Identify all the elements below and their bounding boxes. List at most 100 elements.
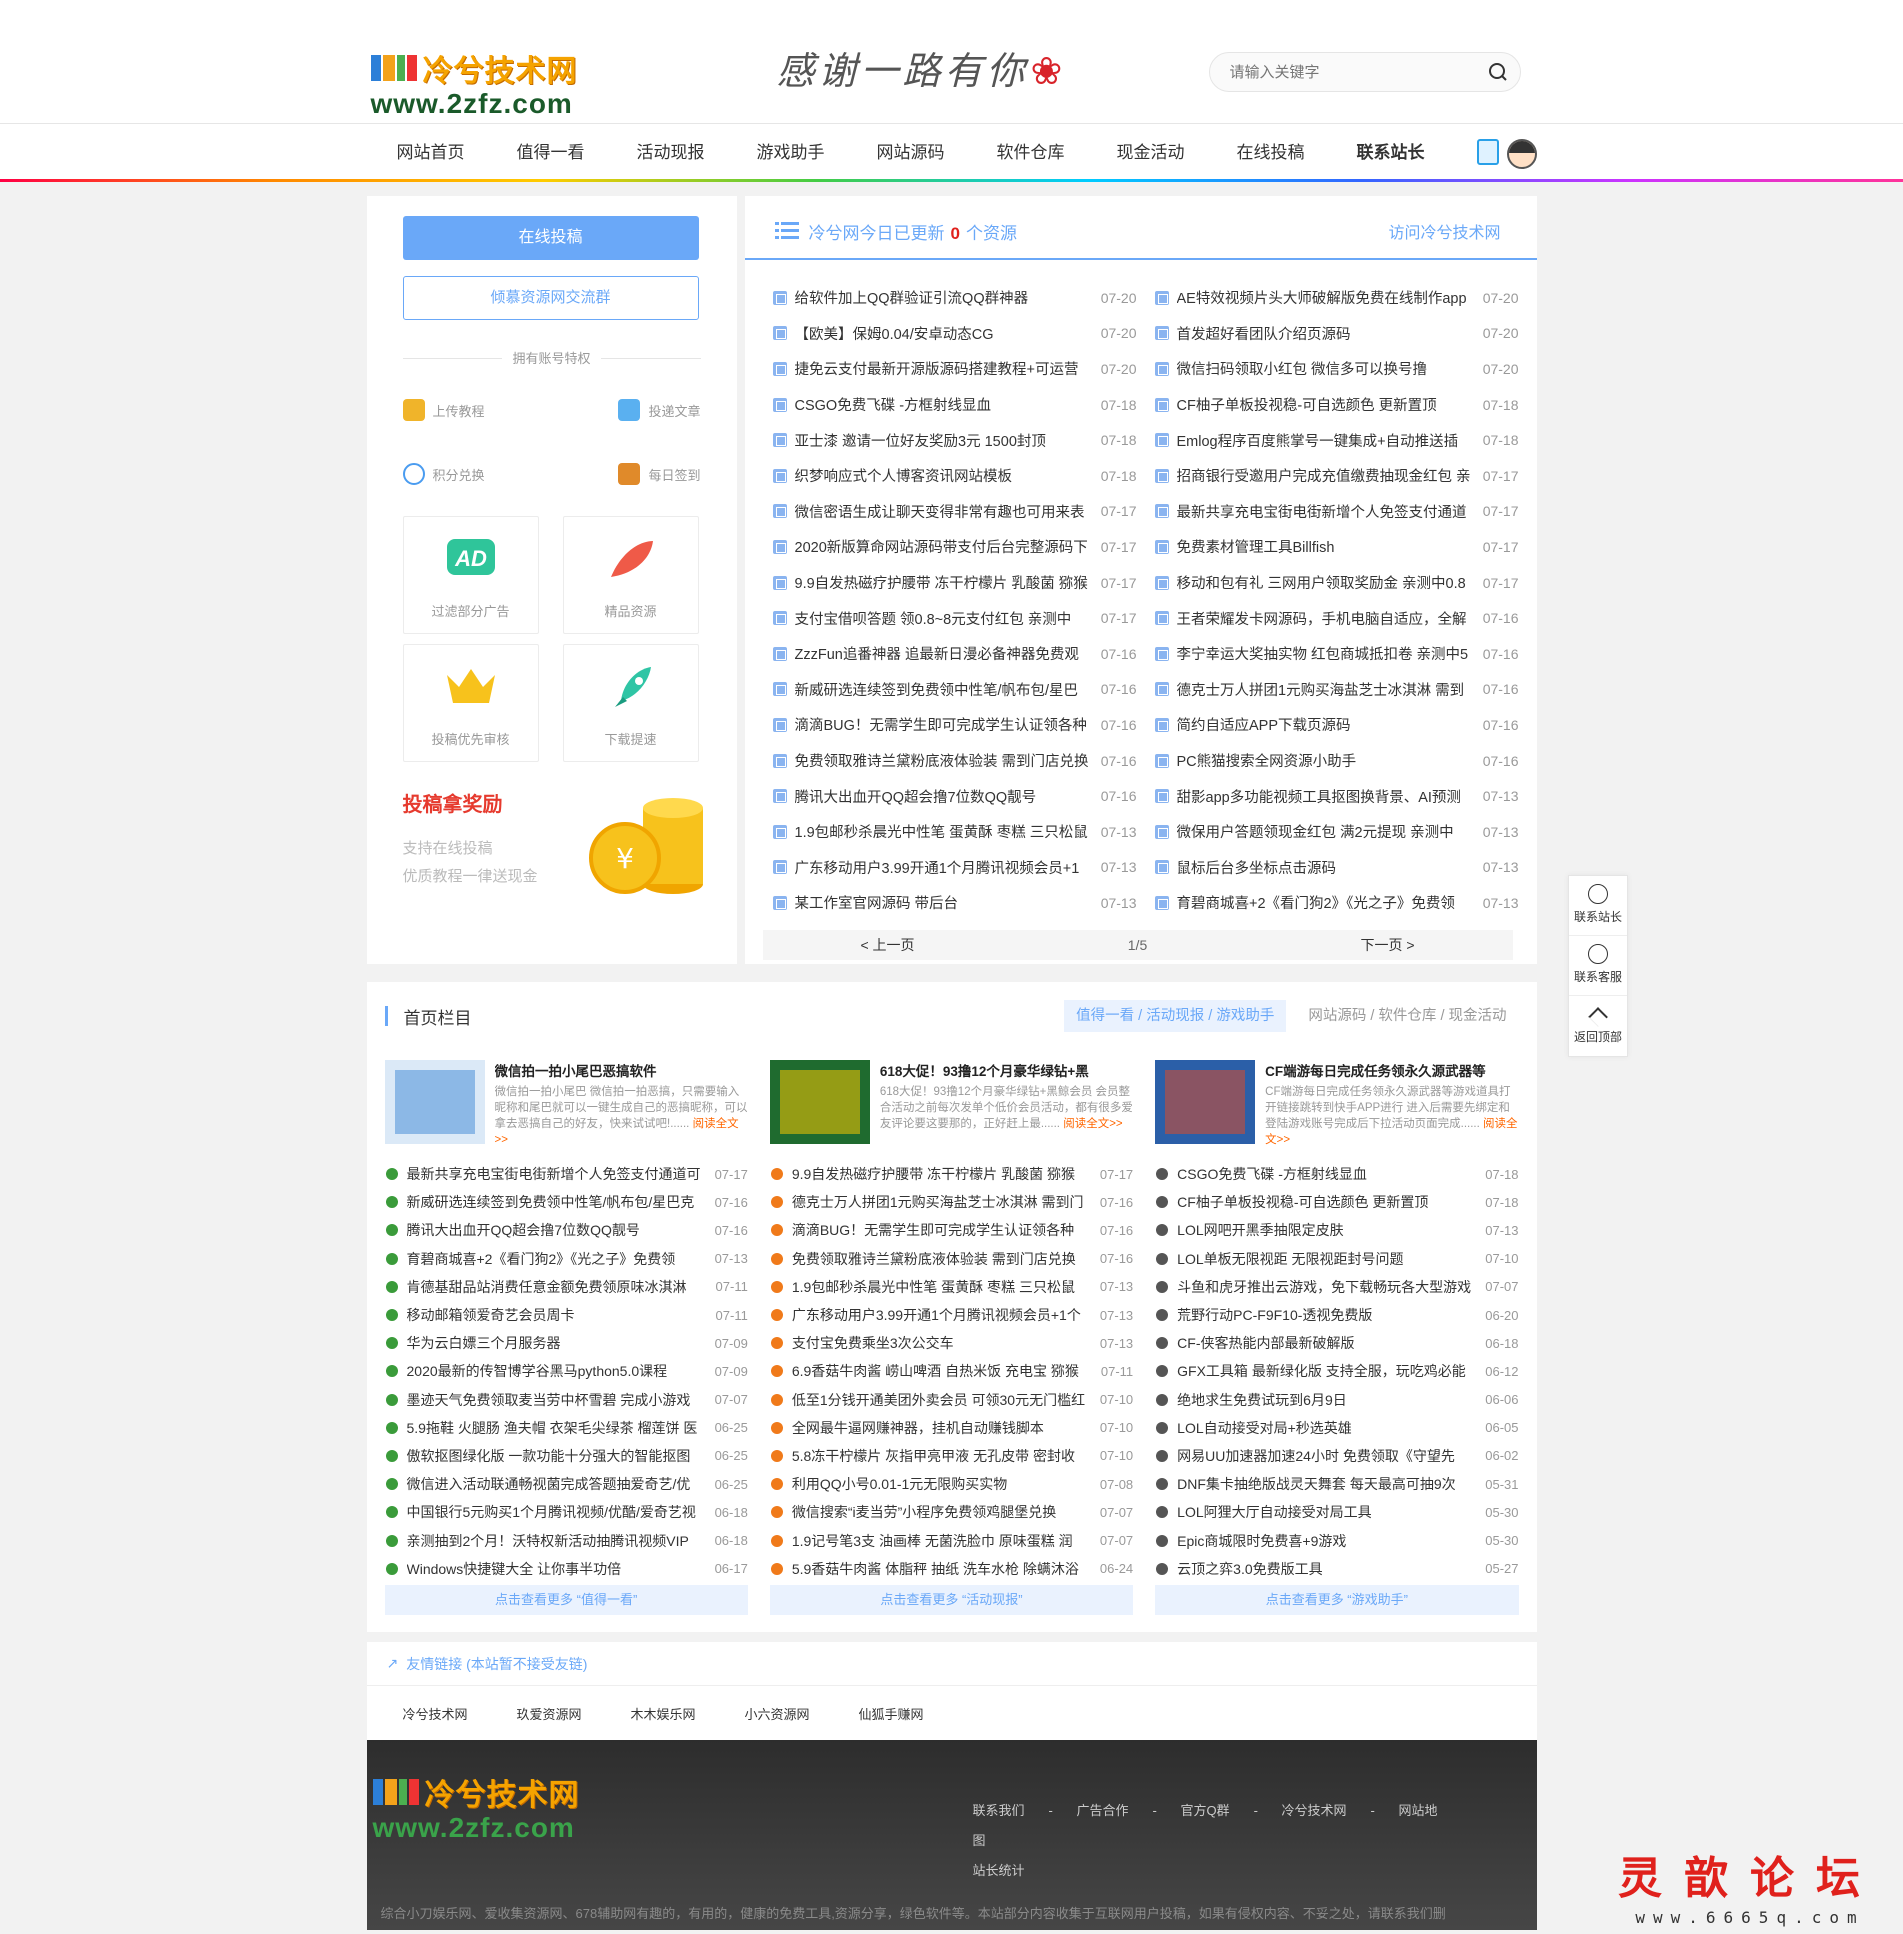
news-item[interactable]: 织梦响应式个人博客资讯网站模板 07-18 (772, 458, 1137, 494)
list-item[interactable]: 墨迹天气免费领取麦当劳中杯雪碧 完成小游戏 07-07 (385, 1386, 748, 1414)
next-page-button[interactable]: 下一页 > (1263, 930, 1513, 960)
list-item[interactable]: CF-侠客热能内部最新破解版 06-18 (1155, 1329, 1519, 1357)
nav-submit[interactable]: 在线投稿 (1211, 124, 1331, 182)
list-item[interactable]: 亲测抽到2个月！沃特权新活动抽腾讯视频VIP 06-18 (385, 1526, 748, 1554)
news-item[interactable]: 首发超好看团队介绍页源码 07-20 (1154, 316, 1519, 352)
list-item[interactable]: 新威研选连续签到免费领中性笔/帆布包/星巴克 07-16 (385, 1188, 748, 1216)
tab-group-2[interactable]: 网站源码 / 软件仓库 / 现金活动 (1296, 1000, 1518, 1032)
news-item[interactable]: 免费领取雅诗兰黛粉底液体验装 需到门店兑换 07-16 (772, 743, 1137, 779)
list-item[interactable]: 最新共享充电宝街电街新增个人免签支付通道可 07-17 (385, 1160, 748, 1188)
news-item[interactable]: 德克士万人拼团1元购买海盐芝士冰淇淋 需到 07-16 (1154, 672, 1519, 708)
list-item[interactable]: 6.9香菇牛肉酱 崂山啤酒 自热米饭 充电宝 猕猴 07-11 (770, 1357, 1133, 1385)
news-item[interactable]: 最新共享充电宝街电街新增个人免签支付通道 07-17 (1154, 494, 1519, 530)
list-item[interactable]: 华为云白嫖三个月服务器 07-09 (385, 1329, 748, 1357)
site-logo[interactable]: 冷兮技术网 www.2zfz.com (370, 46, 617, 119)
news-item[interactable]: CF柚子单板投视稳-可自选颜色 更新置顶 07-18 (1154, 387, 1519, 423)
news-item[interactable]: 新威研选连续签到免费领中性笔/帆布包/星巴 07-16 (772, 672, 1137, 708)
nav-source[interactable]: 网站源码 (851, 124, 971, 182)
contact-service-button[interactable]: 联系客服 (1569, 936, 1627, 996)
nav-software[interactable]: 软件仓库 (971, 124, 1091, 182)
list-item[interactable]: 滴滴BUG！无需学生即可完成学生认证领各种 07-16 (770, 1216, 1133, 1244)
list-item[interactable]: 5.9拖鞋 火腿肠 渔夫帽 衣架毛尖绿茶 榴莲饼 医 06-25 (385, 1414, 748, 1442)
featured-post[interactable]: 微信拍一拍小尾巴恶搞软件 微信拍一拍小尾巴 微信拍一拍恶搞，只需要输入昵称和尾巴就… (384, 1060, 748, 1150)
list-item[interactable]: 1.9记号笔3支 油画棒 无菌洗脸巾 原味蛋糕 润 07-07 (770, 1526, 1133, 1554)
news-item[interactable]: 招商银行受邀用户完成充值缴费抽现金红包 亲 07-17 (1154, 458, 1519, 494)
news-item[interactable]: 免费素材管理工具Billfish 07-17 (1154, 529, 1519, 565)
list-item[interactable]: 免费领取雅诗兰黛粉底液体验装 需到门店兑换 07-16 (770, 1245, 1133, 1273)
view-more-button[interactable]: 点击查看更多 “活动现报” (769, 1584, 1134, 1615)
list-item[interactable]: Windows快捷键大全 让你事半功倍 06-17 (385, 1555, 748, 1583)
list-item[interactable]: Epic商城限时免费喜+9游戏 05-30 (1155, 1526, 1519, 1554)
list-item[interactable]: 广东移动用户3.99开通1个月腾讯视频会员+1个 07-13 (770, 1301, 1133, 1329)
list-item[interactable]: 移动邮箱领爱奇艺会员周卡 07-11 (385, 1301, 748, 1329)
list-item[interactable]: 绝地求生免费试玩到6月9日 06-06 (1155, 1386, 1519, 1414)
news-item[interactable]: 李宁幸运大奖抽实物 红包商城抵扣卷 亲测中5 07-16 (1154, 636, 1519, 672)
list-item[interactable]: LOL阿狸大厅自动接受对局工具 05-30 (1155, 1498, 1519, 1526)
list-item[interactable]: 荒野行动PC-F9F10-透视免费版 06-20 (1155, 1301, 1519, 1329)
list-item[interactable]: 支付宝免费乘坐3次公交车 07-13 (770, 1329, 1133, 1357)
list-item[interactable]: 2020最新的传智博学谷黑马python5.0课程 07-09 (385, 1357, 748, 1385)
news-item[interactable]: 某工作室官网源码 带后台 07-13 (772, 885, 1137, 921)
view-more-button[interactable]: 点击查看更多 “值得一看” (384, 1584, 748, 1615)
list-item[interactable]: 肯德基甜品站消费任意金额免费领原味冰淇淋 07-11 (385, 1273, 748, 1301)
news-item[interactable]: 亚士漆 邀请一位好友奖励3元 1500封顶 07-18 (772, 422, 1137, 458)
news-item[interactable]: 9.9自发热磁疗护腰带 冻干柠檬片 乳酸菌 猕猴 07-17 (772, 565, 1137, 601)
list-item[interactable]: 全网最牛逼网赚神器，挂机自动赚钱脚本 07-10 (770, 1414, 1133, 1442)
news-item[interactable]: ZzzFun追番神器 追最新日漫必备神器免费观 07-16 (772, 636, 1137, 672)
list-item[interactable]: LOL网吧开黑季抽限定皮肤 07-13 (1155, 1216, 1519, 1244)
footer-link[interactable]: 冷兮技术网 (1282, 1803, 1347, 1818)
footer-link[interactable]: 站长统计 (973, 1863, 1025, 1878)
priv-post[interactable]: 投递文章 (552, 392, 701, 428)
news-item[interactable]: 广东移动用户3.99开通1个月腾讯视频会员+1 07-13 (772, 850, 1137, 886)
visit-link[interactable]: 访问冷兮技术网 (1388, 219, 1500, 243)
footer-link[interactable]: 广告合作 (1076, 1803, 1128, 1818)
group-button[interactable]: 倾慕资源网交流群 (402, 276, 699, 320)
priv-checkin[interactable]: 每日签到 (552, 456, 701, 492)
list-item[interactable]: 中国银行5元购买1个月腾讯视频/优酷/爱奇艺视 06-18 (385, 1498, 748, 1526)
nav-game[interactable]: 游戏助手 (731, 124, 851, 182)
list-item[interactable]: 斗鱼和虎牙推出云游戏，免下载畅玩各大型游戏 07-07 (1155, 1273, 1519, 1301)
list-item[interactable]: 5.8冻干柠檬片 灰指甲亮甲液 无孔皮带 密封收 07-10 (770, 1442, 1133, 1470)
view-more-button[interactable]: 点击查看更多 “游戏助手” (1155, 1584, 1519, 1615)
friend-link[interactable]: 仙狐手赚网 (859, 1704, 973, 1723)
featured-post[interactable]: CF端游每日完成任务领永久源武器等 CF端游每日完成任务领永久源武器等游戏道具打开… (1155, 1060, 1518, 1150)
list-item[interactable]: 育碧商城喜+2《看门狗2》《光之子》免费领 07-13 (385, 1245, 748, 1273)
news-item[interactable]: 微信扫码领取小红包 微信多可以换号撸 07-20 (1154, 351, 1519, 387)
list-item[interactable]: LOL自动接受对局+秒选英雄 06-05 (1155, 1414, 1519, 1442)
news-item[interactable]: 腾讯大出血开QQ超会撸7位数QQ靓号 07-16 (772, 778, 1137, 814)
list-item[interactable]: 网易UU加速器加速24小时 免费领取《守望先 06-02 (1155, 1442, 1519, 1470)
avatar[interactable] (1506, 139, 1537, 169)
nav-worth[interactable]: 值得一看 (491, 124, 611, 182)
news-item[interactable]: 2020新版算命网站源码带支付后台完整源码下 07-17 (772, 529, 1137, 565)
list-item[interactable]: CF柚子单板投视稳-可自选颜色 更新置顶 07-18 (1155, 1188, 1519, 1216)
news-item[interactable]: 滴滴BUG！无需学生即可完成学生认证领各种 07-16 (772, 707, 1137, 743)
featured-post[interactable]: 618大促！93撸12个月豪华绿钻+黑 618大促！93撸12个月豪华绿钻+黑鲸会… (769, 1060, 1133, 1150)
list-item[interactable]: 微信搜索“i麦当劳”小程序免费领鸡腿堡兑换 07-07 (770, 1498, 1133, 1526)
tile-premium[interactable]: 精品资源 (562, 516, 699, 634)
priv-points[interactable]: 积分兑换 (402, 456, 552, 492)
list-item[interactable]: 低至1分钱开通美团外卖会员 可领30元无门槛红 07-10 (770, 1386, 1133, 1414)
news-item[interactable]: 微保用户答题领现金红包 满2元提现 亲测中 07-13 (1154, 814, 1519, 850)
news-item[interactable]: 捷免云支付最新开源版源码搭建教程+可运营 07-20 (772, 351, 1137, 387)
list-item[interactable]: 5.9香菇牛肉酱 体脂秤 抽纸 洗车水枪 除螨沐浴 06-24 (770, 1555, 1133, 1583)
news-item[interactable]: 支付宝借呗答题 领0.8~8元支付红包 亲测中 07-17 (772, 600, 1137, 636)
tile-priority[interactable]: 投稿优先审核 (402, 644, 539, 762)
read-more-link[interactable]: 阅读全文>> (1063, 1118, 1122, 1130)
search-input[interactable] (1209, 53, 1460, 91)
tablet-icon[interactable] (1476, 139, 1499, 165)
list-item[interactable]: GFX工具箱 最新绿化版 支持全服，玩吃鸡必能 06-12 (1155, 1357, 1519, 1385)
nav-cash[interactable]: 现金活动 (1091, 124, 1211, 182)
news-item[interactable]: 微信密语生成让聊天变得非常有趣也可用来表 07-17 (772, 494, 1137, 530)
list-item[interactable]: 1.9包邮秒杀晨光中性笔 蛋黄酥 枣糕 三只松鼠 07-13 (770, 1273, 1133, 1301)
footer-link[interactable]: 官方Q群 (1180, 1803, 1229, 1818)
nav-activity[interactable]: 活动现报 (611, 124, 731, 182)
news-item[interactable]: CSGO免费飞碟 -方框射线显血 07-18 (772, 387, 1137, 423)
submit-button[interactable]: 在线投稿 (402, 216, 699, 260)
contact-admin-button[interactable]: 联系站长 (1569, 876, 1627, 936)
friend-link[interactable]: 玖爱资源网 (517, 1704, 631, 1723)
news-item[interactable]: 移动和包有礼 三网用户领取奖励金 亲测中0.8 07-17 (1154, 565, 1519, 601)
friend-link[interactable]: 小六资源网 (745, 1704, 859, 1723)
list-item[interactable]: 利用QQ小号0.01-1元无限购买实物 07-08 (770, 1470, 1133, 1498)
priv-upload[interactable]: 上传教程 (402, 392, 552, 428)
tile-speedup[interactable]: 下载提速 (562, 644, 699, 762)
